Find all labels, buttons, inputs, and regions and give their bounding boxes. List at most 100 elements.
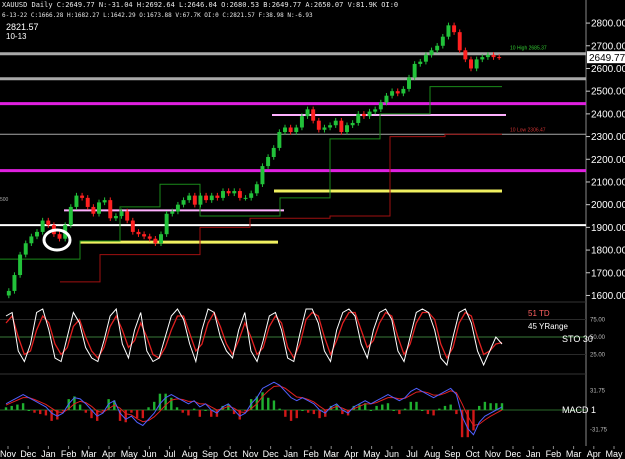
price-candle [345,125,349,133]
sto-tick-label: 75.00 [590,318,606,324]
price-tick-label: 1700.00 [591,268,625,279]
x-tick-label: Dec [20,449,37,459]
price-candle [119,211,124,217]
macd-histogram-bar [289,410,293,421]
price-candle [29,236,34,244]
macd-histogram-bar [472,410,475,431]
macd-histogram-bar [312,410,316,415]
macd-histogram-bar [10,405,13,410]
price-candle [333,120,338,126]
macd-histogram-bar [278,408,281,410]
macd-histogram-bar [198,410,202,417]
price-candle [254,184,259,194]
macd-histogram-bar [272,400,276,410]
x-tick-label: Nov [485,449,502,459]
macd-histogram-bar [443,405,447,410]
price-candle [418,61,423,64]
price-candle [277,132,282,148]
macd-histogram-bar [318,410,321,419]
x-tick-label: Aug [182,449,198,459]
macd-histogram-bar [204,410,207,411]
price-candle [249,193,254,198]
price-candle [91,206,96,214]
price-candle [423,54,428,62]
macd-histogram-bar [301,410,304,411]
price-candle [204,195,209,201]
x-tick-label: Jul [164,449,176,459]
x-tick-label: Jul [406,449,418,459]
x-tick-label: Mar [323,449,339,459]
price-candle [322,127,327,130]
price-candle [40,220,45,232]
price-candle [226,191,231,194]
macd-histogram-bar [27,410,31,411]
price-candle [97,202,101,214]
x-tick-label: Oct [466,449,481,459]
x-tick-label: Sep [202,449,218,459]
price-candle [491,54,496,58]
price-candle [288,127,293,133]
macd-histogram-bar [16,404,19,410]
price-candle [373,109,378,112]
macd-histogram-bar [158,393,162,410]
price-tick-label: 2500.00 [591,87,625,98]
price-candle [367,111,372,117]
x-tick-label: Sep [444,449,460,459]
macd-histogram-bar [44,410,48,416]
macd-label: MACD 1 [562,405,597,415]
macd-histogram-bar [375,405,378,410]
x-tick-label: May [363,449,381,459]
price-candle [181,200,186,205]
macd-histogram-bar [147,407,150,410]
price-candle [480,57,485,60]
macd-histogram-bar [477,405,481,410]
price-candle [80,195,85,198]
price-candle [316,120,321,130]
x-tick-label: Dec [263,449,280,459]
macd-histogram-bar [398,410,401,415]
price-candle [142,234,147,237]
price-candle [446,25,451,37]
price-candle [361,113,366,117]
macd-histogram-bar [489,403,492,410]
highlight-circle [42,228,72,252]
macd-histogram-bar [295,410,298,419]
price-candle [390,91,395,96]
macd-histogram-bar [449,404,452,410]
price-candle [271,147,276,157]
price-candle [395,91,400,94]
x-tick-label: Dec [505,449,522,459]
td-label: 51 TD [528,309,550,318]
macd-histogram-bar [306,410,310,413]
price-candle [74,195,79,207]
x-tick-label: Jan [526,449,541,459]
macd-histogram-bar [392,410,395,411]
chart-stage: { "header": { "line1": "XAUUSD Daily C:2… [0,0,625,459]
ref-date: 10-13 [6,32,27,41]
macd-histogram-bar [33,410,36,413]
price-tick-label: 1900.00 [591,223,625,234]
macd-histogram-bar [369,410,373,411]
price-candle [305,109,310,117]
macd-histogram-bar [141,410,145,419]
price-candle [457,32,462,51]
trail-low-step [60,133,502,283]
macd-histogram-bar [130,410,133,413]
chart-svg: 1600.00 1700.00 1800.00 1900.00 2000.00 2100.… [0,0,625,459]
macd-histogram-bar [438,408,441,410]
x-tick-label: Feb [303,449,319,459]
price-candle [350,122,355,126]
price-candle [378,102,383,110]
price-candle [136,231,141,235]
macd-histogram-bar [267,397,270,410]
x-tick-label: Nov [0,449,16,459]
price-candle [311,109,316,121]
price-tick-label: 2400.00 [591,109,625,120]
macd-histogram-bar [175,407,179,410]
price-candle [125,211,130,221]
price-candle [12,275,17,291]
price-candle [57,234,62,239]
price-candle [294,127,299,133]
price-candle [164,213,169,235]
price-candle [266,157,271,167]
